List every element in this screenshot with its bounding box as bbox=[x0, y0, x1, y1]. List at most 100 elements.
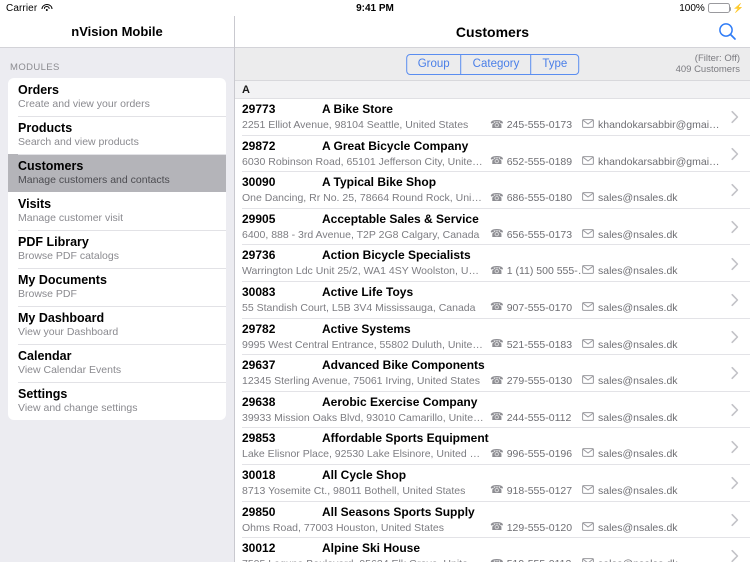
table-row[interactable]: 29905 Acceptable Sales & Service 6400, 888… bbox=[235, 208, 750, 246]
sidebar-item-description: Browse PDF bbox=[18, 288, 77, 300]
phone-icon: ☎ bbox=[490, 521, 504, 534]
sidebar-item-description: View and change settings bbox=[18, 402, 138, 414]
sidebar-item-products[interactable]: Products Search and view products bbox=[8, 116, 226, 154]
chevron-right-icon[interactable] bbox=[731, 440, 739, 453]
envelope-icon bbox=[582, 485, 594, 497]
filter-info: (Filter: Off) 409 Customers bbox=[676, 53, 740, 76]
sidebar-item-description: Browse PDF catalogs bbox=[18, 250, 119, 262]
sidebar-item-description: Manage customers and contacts bbox=[18, 174, 170, 186]
customer-address: Lake Elisnor Place, 92530 Lake Elsinore,… bbox=[242, 448, 488, 461]
search-icon[interactable] bbox=[716, 21, 738, 43]
customer-id: 30012 bbox=[242, 541, 276, 556]
customer-list[interactable]: A 29773 A Bike Store 2251 Elliot Avenue, 9… bbox=[235, 81, 750, 562]
envelope-icon bbox=[582, 119, 594, 131]
customer-phone-cell: ☎ 907-555-0170 bbox=[490, 302, 582, 314]
envelope-icon bbox=[582, 302, 594, 314]
segment-category[interactable]: Category bbox=[460, 54, 531, 74]
chevron-right-icon[interactable] bbox=[731, 477, 739, 490]
customer-name: Action Bicycle Specialists bbox=[322, 248, 471, 263]
table-row[interactable]: 29782 Active Systems 9995 West Central Ent… bbox=[235, 318, 750, 356]
customer-phone-cell: ☎ 129-555-0120 bbox=[490, 522, 582, 534]
sidebar-header: nVision Mobile bbox=[0, 16, 234, 48]
customer-email: sales@nsales.dk bbox=[598, 265, 678, 278]
chevron-right-icon[interactable] bbox=[731, 184, 739, 197]
customer-email: sales@nsales.dk bbox=[598, 375, 678, 388]
table-row[interactable]: 30018 All Cycle Shop 8713 Yosemite Ct., 98… bbox=[235, 464, 750, 502]
table-row[interactable]: 30083 Active Life Toys 55 Standish Court, … bbox=[235, 281, 750, 319]
customer-email: khandokarsabbir@gmai… bbox=[598, 155, 720, 168]
table-row[interactable]: 29773 A Bike Store 2251 Elliot Avenue, 981… bbox=[235, 99, 750, 136]
segment-type[interactable]: Type bbox=[530, 54, 578, 74]
customer-address: 8713 Yosemite Ct., 98011 Bothell, United… bbox=[242, 484, 466, 497]
customer-email-cell: sales@nsales.dk bbox=[582, 558, 750, 562]
sidebar-item-label: Visits bbox=[18, 197, 52, 211]
customer-email-cell: sales@nsales.dk bbox=[582, 485, 750, 497]
navigation-bar: Customers bbox=[235, 16, 750, 48]
customer-email: sales@nsales.dk bbox=[598, 521, 678, 534]
sidebar-item-customers[interactable]: Customers Manage customers and contacts bbox=[8, 154, 226, 192]
sidebar-item-orders[interactable]: Orders Create and view your orders bbox=[8, 78, 226, 116]
chevron-right-icon[interactable] bbox=[731, 550, 739, 562]
customer-phone: 245-555-0173 bbox=[506, 119, 573, 131]
table-row[interactable]: 30090 A Typical Bike Shop One Dancing, Rr … bbox=[235, 172, 750, 209]
phone-icon: ☎ bbox=[490, 558, 504, 562]
envelope-icon bbox=[582, 375, 594, 387]
phone-icon: ☎ bbox=[490, 338, 504, 351]
envelope-icon bbox=[582, 192, 594, 204]
table-row[interactable]: 29638 Aerobic Exercise Company 39933 Missi… bbox=[235, 391, 750, 429]
chevron-right-icon[interactable] bbox=[731, 513, 739, 526]
customer-email-cell: sales@nsales.dk bbox=[582, 265, 750, 277]
sidebar-item-label: Customers bbox=[18, 159, 84, 173]
customer-address: 39933 Mission Oaks Blvd, 93010 Camarillo… bbox=[242, 411, 484, 424]
sidebar-body: MODULES Orders Create and view your order… bbox=[0, 48, 234, 562]
sidebar-item-visits[interactable]: Visits Manage customer visit bbox=[8, 192, 226, 230]
table-row[interactable]: 29853 Affordable Sports Equipment Lake Eli… bbox=[235, 428, 750, 465]
customer-email: sales@nsales.dk bbox=[598, 228, 678, 241]
chevron-right-icon[interactable] bbox=[731, 294, 739, 307]
phone-icon: ☎ bbox=[490, 119, 504, 131]
chevron-right-icon[interactable] bbox=[731, 220, 739, 234]
table-row[interactable]: 29872 A Great Bicycle Company 6030 Robinso… bbox=[235, 135, 750, 173]
chevron-right-icon[interactable] bbox=[731, 367, 739, 380]
sidebar-item-my-dashboard[interactable]: My Dashboard View your Dashboard bbox=[8, 306, 226, 344]
envelope-icon bbox=[582, 338, 594, 351]
customer-phone-cell: ☎ 996-555-0196 bbox=[490, 448, 582, 460]
chevron-right-icon[interactable] bbox=[731, 147, 739, 160]
sidebar-item-pdf-library[interactable]: PDF Library Browse PDF catalogs bbox=[8, 230, 226, 268]
customer-name: Active Life Toys bbox=[322, 284, 414, 299]
customer-address: Ohms Road, 77003 Houston, United States bbox=[242, 521, 444, 534]
envelope-icon bbox=[582, 228, 594, 241]
sidebar-item-label: My Documents bbox=[18, 273, 107, 287]
chevron-right-icon[interactable] bbox=[731, 257, 739, 270]
customer-phone: 686-555-0180 bbox=[506, 192, 573, 205]
customer-email-cell: sales@nsales.dk bbox=[582, 412, 750, 424]
sidebar-item-calendar[interactable]: Calendar View Calendar Events bbox=[8, 344, 226, 382]
table-row[interactable]: 29637 Advanced Bike Components 12345 Sterl… bbox=[235, 355, 750, 392]
table-row[interactable]: 30012 Alpine Ski House 7505 Laguna Bouleva… bbox=[235, 538, 750, 562]
customer-phone: 129-555-0120 bbox=[506, 521, 573, 534]
chevron-right-icon[interactable] bbox=[731, 111, 739, 124]
sidebar-item-settings[interactable]: Settings View and change settings bbox=[8, 382, 226, 420]
customer-id: 30018 bbox=[242, 467, 276, 482]
customer-phone: 996-555-0196 bbox=[506, 448, 573, 461]
sidebar-item-description: View Calendar Events bbox=[18, 364, 122, 376]
customer-phone: 907-555-0170 bbox=[506, 301, 573, 314]
table-row[interactable]: 29736 Action Bicycle Specialists Warringto… bbox=[235, 245, 750, 282]
phone-icon: ☎ bbox=[490, 375, 504, 387]
customer-address: 55 Standish Court, L5B 3V4 Mississauga, … bbox=[242, 301, 476, 314]
customer-id: 30090 bbox=[242, 175, 276, 190]
customer-email-cell: sales@nsales.dk bbox=[582, 375, 750, 387]
table-row[interactable]: 29850 All Seasons Sports Supply Ohms Road,… bbox=[235, 501, 750, 539]
customer-email-cell: sales@nsales.dk bbox=[582, 302, 750, 314]
customer-id: 29872 bbox=[242, 138, 276, 153]
envelope-icon bbox=[582, 448, 594, 460]
customer-id: 29736 bbox=[242, 248, 276, 263]
chevron-right-icon[interactable] bbox=[731, 403, 739, 417]
segmented-control[interactable]: Group Category Type bbox=[405, 53, 580, 75]
customer-name: Aerobic Exercise Company bbox=[322, 394, 478, 409]
envelope-icon bbox=[582, 155, 594, 168]
segment-group[interactable]: Group bbox=[407, 55, 461, 74]
sidebar-item-my-documents[interactable]: My Documents Browse PDF bbox=[8, 268, 226, 306]
chevron-right-icon[interactable] bbox=[731, 330, 739, 343]
customer-phone-cell: ☎ 244-555-0112 bbox=[490, 412, 582, 424]
